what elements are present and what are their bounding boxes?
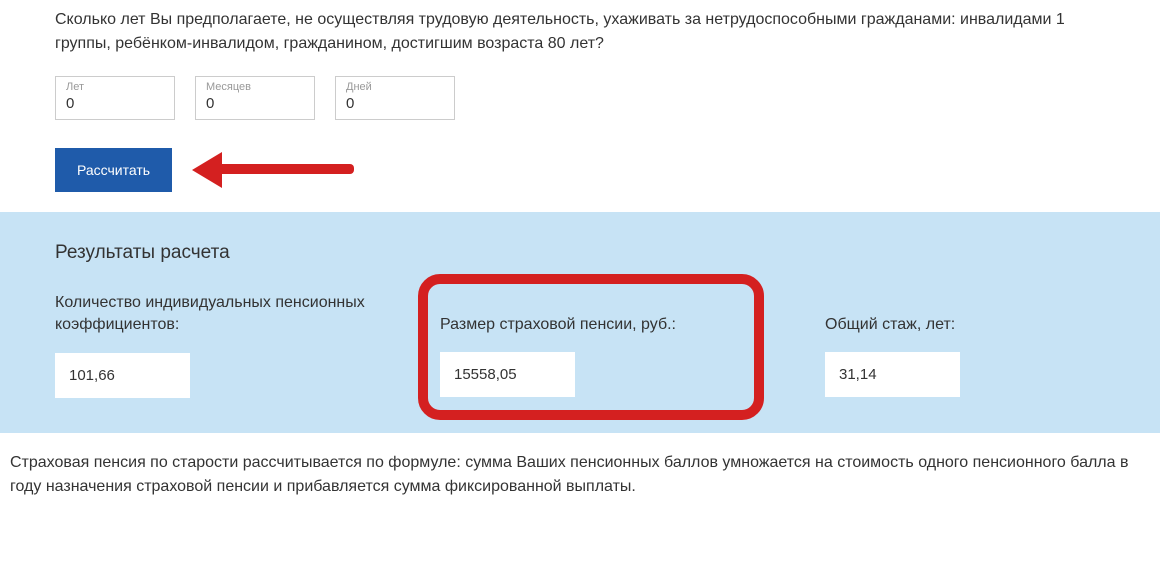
calculate-button[interactable]: Рассчитать [55, 148, 172, 192]
results-title: Результаты расчета [55, 242, 1105, 264]
result-coeff-label: Количество индивидуальных пенсионных коэ… [55, 292, 375, 337]
months-input-box[interactable]: Месяцев [195, 76, 315, 120]
duration-input-row: Лет Месяцев Дней [55, 76, 1105, 120]
result-stazh-column: Общий стаж, лет: 31,14 [825, 292, 1105, 398]
months-input[interactable] [206, 95, 304, 112]
months-label: Месяцев [206, 81, 304, 93]
result-stazh-value: 31,14 [825, 352, 960, 397]
footer-explanation: Страховая пенсия по старости рассчитывае… [0, 433, 1160, 499]
form-section: Сколько лет Вы предполагаете, не осущест… [0, 0, 1160, 212]
result-pension-label: Размер страховой пенсии, руб.: [440, 292, 760, 336]
result-coeff-value: 101,66 [55, 353, 190, 398]
days-input-box[interactable]: Дней [335, 76, 455, 120]
result-pension-value: 15558,05 [440, 352, 575, 397]
days-input[interactable] [346, 95, 444, 112]
years-label: Лет [66, 81, 164, 93]
question-text: Сколько лет Вы предполагаете, не осущест… [55, 8, 1105, 56]
years-input-box[interactable]: Лет [55, 76, 175, 120]
result-pension-column: Размер страховой пенсии, руб.: 15558,05 [440, 292, 760, 398]
arrow-line-icon [214, 164, 354, 174]
years-input[interactable] [66, 95, 164, 112]
results-panel: Результаты расчета Количество индивидуал… [0, 212, 1160, 433]
result-coeff-column: Количество индивидуальных пенсионных коэ… [55, 292, 375, 398]
days-label: Дней [346, 81, 444, 93]
annotation-arrow [192, 150, 372, 190]
results-row: Количество индивидуальных пенсионных коэ… [55, 292, 1105, 398]
calculate-row: Рассчитать [55, 148, 1105, 192]
result-stazh-label: Общий стаж, лет: [825, 292, 1105, 336]
